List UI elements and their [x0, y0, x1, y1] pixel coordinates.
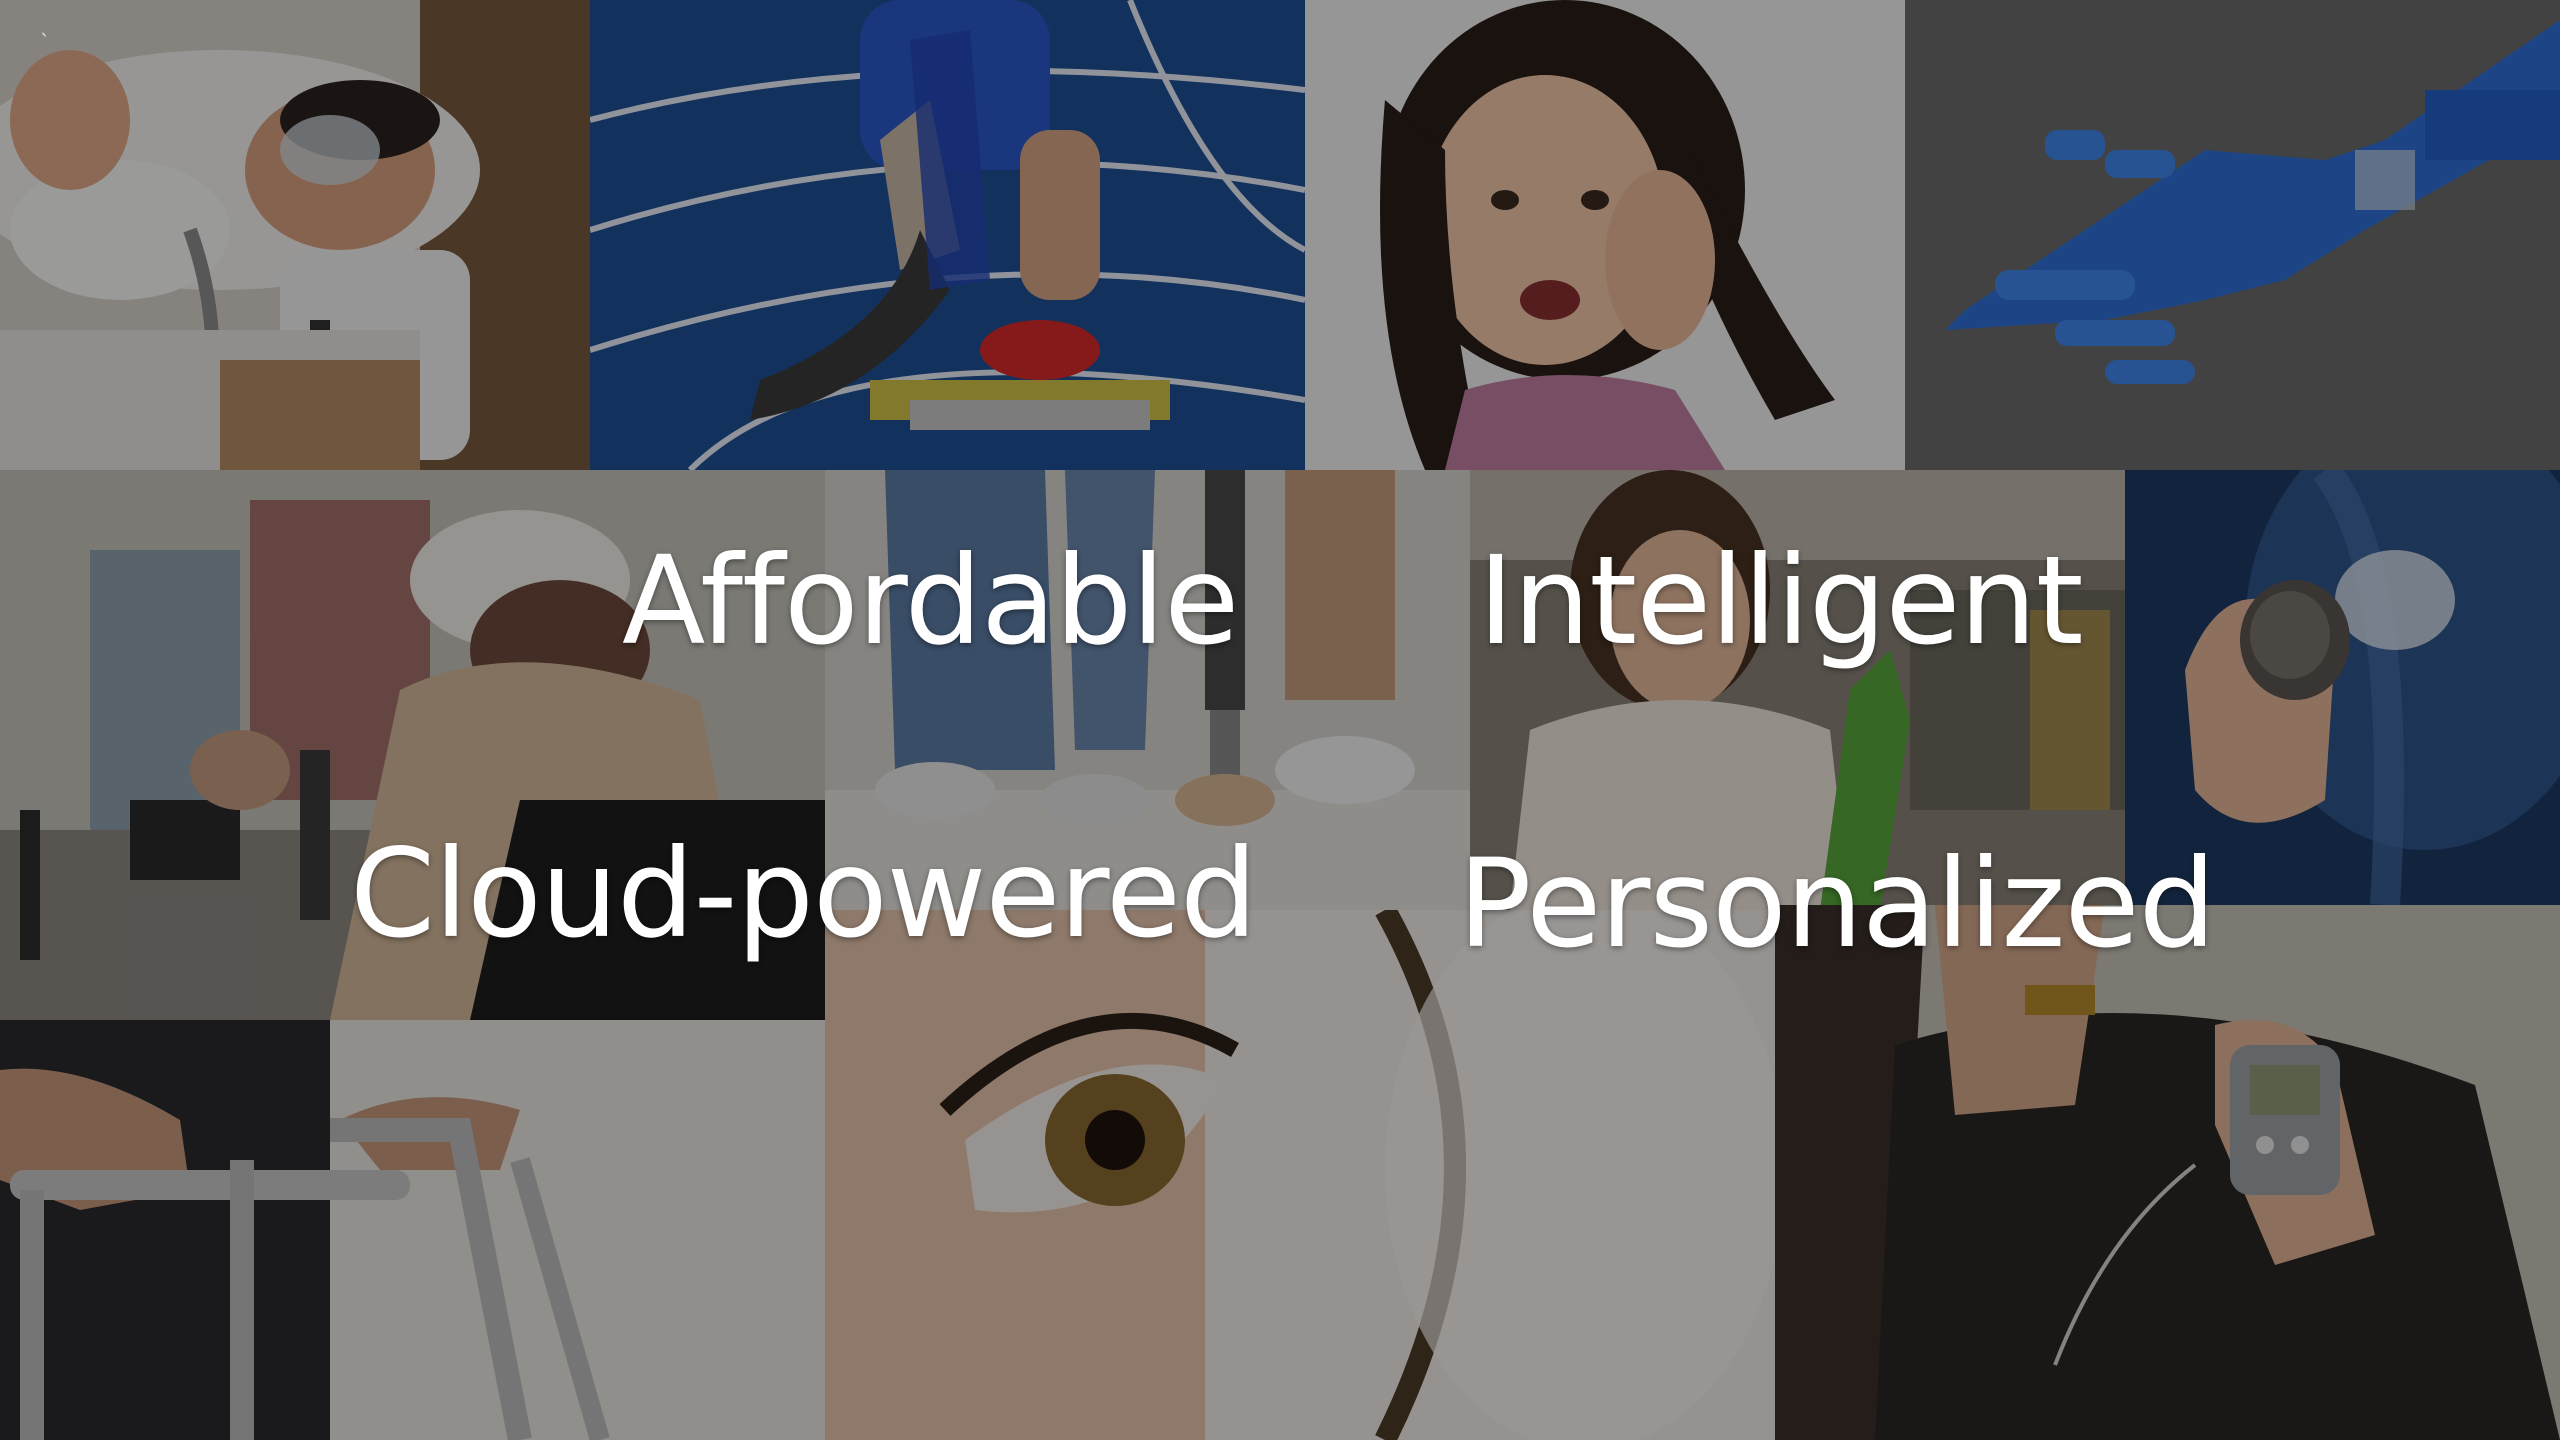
sleep-apnea-mask-photo: [0, 0, 590, 470]
prosthetic-runner-photo: [590, 0, 1305, 470]
corner-mark: `: [40, 30, 50, 54]
photo-collage-slide: ` Affordable Intelligent Cloud-powered P…: [0, 0, 2560, 1440]
insulin-pump-photo: [1775, 905, 2560, 1440]
walker-photo: [0, 1020, 825, 1440]
word-personalized: Personalized: [1458, 833, 2216, 975]
word-affordable: Affordable: [622, 530, 1239, 672]
girl-hearing-aid-photo: [1305, 0, 1905, 470]
word-intelligent: Intelligent: [1478, 530, 2084, 672]
word-cloud-powered: Cloud-powered: [350, 823, 1257, 965]
eye-closeup-photo: [825, 910, 1775, 1440]
robotic-hand-photo: [1905, 0, 2560, 470]
